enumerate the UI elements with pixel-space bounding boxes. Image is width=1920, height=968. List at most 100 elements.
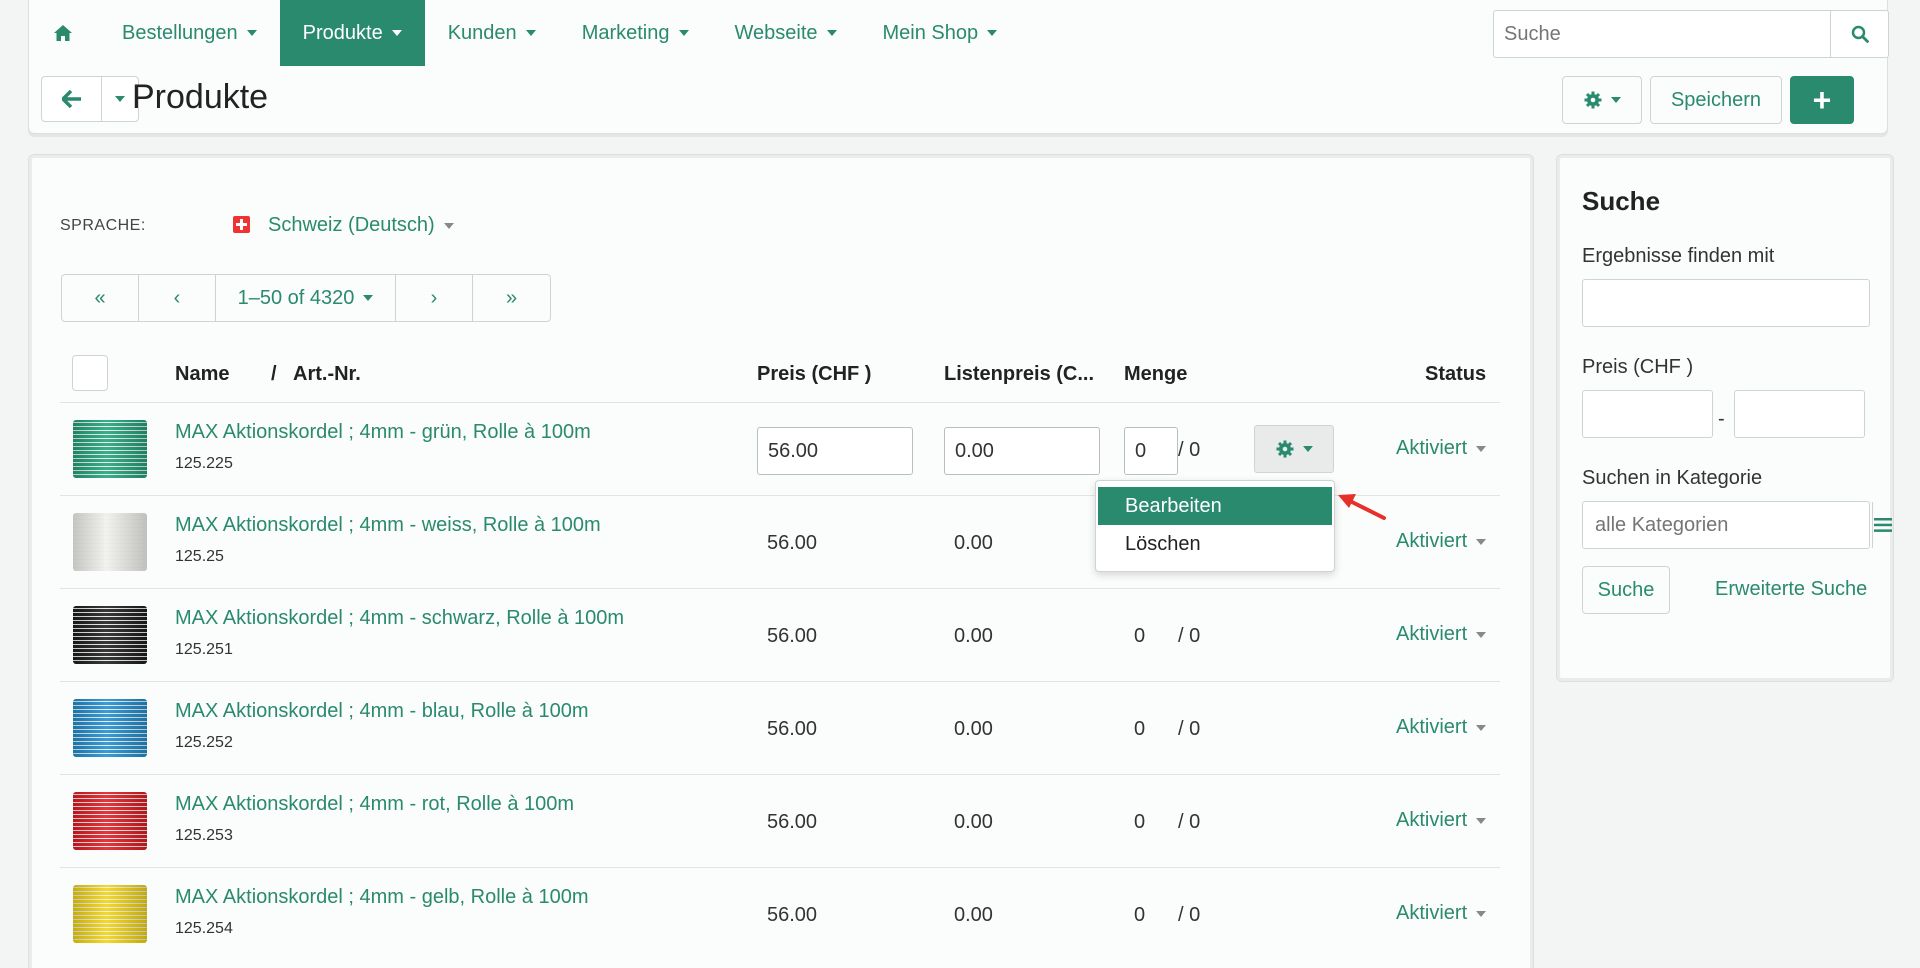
page-settings-button[interactable] [1562,76,1642,124]
price-min-input[interactable] [1582,390,1713,438]
back-button[interactable] [42,77,102,121]
product-artnr: 125.252 [175,734,233,751]
select-all-checkbox[interactable] [72,355,108,391]
product-name-link[interactable]: MAX Aktionskordel ; 4mm - weiss, Rolle à… [175,514,601,537]
global-search-button[interactable] [1830,11,1888,57]
qty-value[interactable]: 0 [1134,811,1145,834]
caret-down-icon [1476,817,1487,824]
product-name-link[interactable]: MAX Aktionskordel ; 4mm - schwarz, Rolle… [175,607,624,630]
product-artnr: 125.25 [175,548,224,565]
status-label: Aktiviert [1396,530,1468,552]
caret-down-icon [1476,724,1487,731]
status-dropdown[interactable]: Aktiviert [1396,809,1487,832]
row-actions-button[interactable] [1254,425,1334,473]
caret-down-icon [678,30,689,36]
table-row: MAX Aktionskordel ; 4mm - blau, Rolle à … [60,681,1500,774]
product-name-link[interactable]: MAX Aktionskordel ; 4mm - grün, Rolle à … [175,421,591,444]
find-input[interactable] [1582,279,1870,327]
caret-down-icon [1476,445,1487,452]
pager-prev[interactable]: ‹ [139,275,216,321]
listprice-value[interactable]: 0.00 [954,718,993,741]
col-header-name[interactable]: Name [175,363,229,386]
status-dropdown[interactable]: Aktiviert [1396,902,1487,925]
caret-down-icon [987,30,998,36]
category-list-button[interactable] [1872,502,1893,548]
status-dropdown[interactable]: Aktiviert [1396,437,1487,460]
price-input[interactable]: 56.00 [757,427,913,475]
listprice-input[interactable]: 0.00 [944,427,1100,475]
qty-value[interactable]: 0 [1134,718,1145,741]
price-max-input[interactable] [1734,390,1865,438]
add-product-button[interactable]: + [1790,76,1854,124]
save-button[interactable]: Speichern [1650,76,1782,124]
pager-last[interactable]: » [473,275,550,321]
list-icon [1874,518,1892,532]
product-thumbnail[interactable] [73,513,147,571]
product-thumbnail[interactable] [73,420,147,478]
product-name-link[interactable]: MAX Aktionskordel ; 4mm - gelb, Rolle à … [175,886,589,909]
product-name-link[interactable]: MAX Aktionskordel ; 4mm - rot, Rolle à 1… [175,793,574,816]
status-dropdown[interactable]: Aktiviert [1396,716,1487,739]
price-value[interactable]: 56.00 [767,718,817,741]
advanced-search-link[interactable]: Erweiterte Suche [1715,578,1867,601]
category-input[interactable] [1583,502,1872,548]
col-header-status[interactable]: Status [1425,363,1486,386]
col-header-listprice[interactable]: Listenpreis (C... [944,363,1094,386]
caret-down-icon [1476,631,1487,638]
col-header-price[interactable]: Preis (CHF ) [757,363,871,386]
nav-orders[interactable]: Bestellungen [99,0,280,66]
product-thumbnail[interactable] [73,699,147,757]
price-value[interactable]: 56.00 [767,625,817,648]
menu-item-delete[interactable]: Löschen [1096,525,1334,563]
caret-down-icon [1476,538,1487,545]
product-thumbnail[interactable] [73,606,147,664]
caret-down-icon [363,295,374,301]
caret-down-icon [1302,446,1313,452]
status-label: Aktiviert [1396,623,1468,645]
stock-value: / 0 [1178,904,1201,926]
col-header-qty[interactable]: Menge [1124,363,1187,386]
menu-item-edit[interactable]: Bearbeiten [1098,487,1332,525]
col-header-separator: / [271,363,277,385]
status-dropdown[interactable]: Aktiviert [1396,530,1487,553]
sidebar-title: Suche [1582,186,1661,216]
product-name-link[interactable]: MAX Aktionskordel ; 4mm - blau, Rolle à … [175,700,589,723]
price-range-separator: - [1718,408,1725,430]
nav-marketing[interactable]: Marketing [559,0,712,66]
price-value[interactable]: 56.00 [767,904,817,927]
language-selector[interactable]: Schweiz (Deutsch) [268,214,454,237]
product-artnr: 125.254 [175,920,233,937]
nav-website[interactable]: Webseite [712,0,860,66]
product-thumbnail[interactable] [73,885,147,943]
nav-my-shop[interactable]: Mein Shop [860,0,1021,66]
status-dropdown[interactable]: Aktiviert [1396,623,1487,646]
caret-down-icon [525,30,536,36]
home-icon [54,25,72,41]
pager-first[interactable]: « [62,275,139,321]
swiss-flag-icon [233,216,250,233]
pager-range[interactable]: 1–50 of 4320 [216,275,396,321]
listprice-value[interactable]: 0.00 [954,532,993,555]
col-header-artnr[interactable]: Art.-Nr. [293,363,361,386]
qty-value[interactable]: 0 [1134,904,1145,927]
listprice-value[interactable]: 0.00 [954,904,993,927]
sidebar-search-button[interactable]: Suche [1582,566,1670,614]
price-value[interactable]: 56.00 [767,532,817,555]
caret-down-icon [1476,910,1487,917]
listprice-value[interactable]: 0.00 [954,625,993,648]
price-filter-label: Preis (CHF ) [1582,356,1694,378]
table-row: MAX Aktionskordel ; 4mm - schwarz, Rolle… [60,588,1500,681]
pager-next[interactable]: › [396,275,473,321]
nav-home[interactable] [29,0,99,66]
qty-value[interactable]: 0 [1134,625,1145,648]
nav-products[interactable]: Produkte [279,0,425,66]
nav-products-label: Produkte [302,21,383,44]
price-value[interactable]: 56.00 [767,811,817,834]
product-thumbnail[interactable] [73,792,147,850]
global-search-input[interactable] [1494,11,1830,57]
nav-customers[interactable]: Kunden [425,0,559,66]
qty-input[interactable]: 0 [1124,427,1178,475]
page-title: Produkte [132,78,269,116]
language-label: SPRACHE: [60,217,146,234]
listprice-value[interactable]: 0.00 [954,811,993,834]
